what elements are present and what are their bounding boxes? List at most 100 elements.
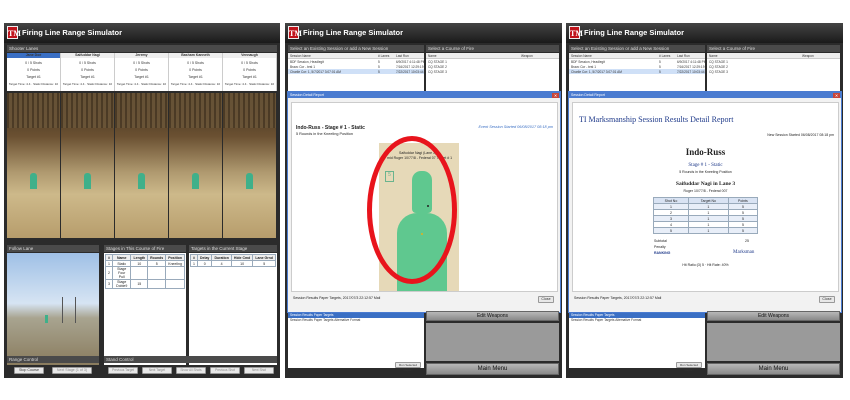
report-title: TI Marksmanship Session Results Detail R… (579, 115, 734, 124)
column-header: Last Run (677, 53, 690, 58)
app-title: Firing Line Range Simulator (22, 28, 123, 37)
session-cell: Charlie Cor: 1, 5/7/2017 3:07:01 AM (571, 69, 622, 74)
table-cell: 1 (687, 227, 729, 234)
run-report-button[interactable]: Run Selected Report (676, 362, 702, 372)
report-list-item[interactable]: Session Results Paper Targets Alternativ… (569, 318, 705, 323)
stages-list: # Name Length Rounds Position 1 Static 10 5 Kneel… (104, 253, 186, 365)
stand-control-button[interactable]: Previous Target (108, 367, 138, 374)
close-button[interactable]: Close (819, 296, 835, 303)
lane-view[interactable] (169, 93, 222, 238)
session-cell: Bravo Cor - test 1 (571, 64, 596, 69)
lane-target: Target #1 (80, 75, 95, 79)
ranking-value: Marksman (733, 250, 755, 255)
session-cell: BDF Session, Headlegit (290, 59, 324, 64)
main-menu-button[interactable]: Main Menu (707, 363, 840, 375)
session-list[interactable]: Session Name # Lanes Last Run BDF Session, … (288, 53, 429, 93)
close-icon[interactable]: ✕ (552, 92, 559, 98)
report-heading: Indo-Russ - Stage # 1 - Static (296, 125, 365, 131)
report-session-started: Event Session Started 06/08/2017 08:18 p… (478, 125, 553, 129)
table-row[interactable]: 1 0 4 10 5 (190, 260, 276, 267)
session-detail-dialog: Session Detail Report ✕ Indo-Russ - Stage… (287, 91, 561, 313)
stand-control-button[interactable]: Next Target (142, 367, 172, 374)
course-list[interactable]: Name Weapon CQ STAGE 1 CQ STAGE 2 CQ STAGE 3 (707, 53, 840, 93)
stages-header: Stages in This Course of Fire (104, 245, 186, 252)
stand-control-button[interactable]: Previous Shot (210, 367, 240, 374)
stand-control-button[interactable]: Show All Shots (176, 367, 206, 374)
table-cell: 1 (190, 260, 198, 267)
session-cell: 5 (378, 59, 380, 64)
table-row[interactable]: 2 Stage Four Pull (105, 266, 185, 280)
edit-weapons-button[interactable]: Edit Weapons (426, 311, 559, 321)
lane-view[interactable] (61, 93, 114, 238)
close-button[interactable]: Close (538, 296, 554, 303)
table-cell: 2 (105, 266, 113, 280)
session-cell: 5 (378, 64, 380, 69)
lane-view[interactable] (7, 93, 60, 238)
session-list[interactable]: Session Name # Lanes Last Run BDF Session, … (569, 53, 710, 93)
lane-info-table: Jane Doe 0 / 5 Shots 0 Points Target #1 Targ… (7, 53, 277, 91)
lane-shooter-name[interactable]: Saifuddar Nagi (61, 53, 114, 58)
report-list-item[interactable]: Session Results Paper Targets Alternativ… (288, 318, 424, 323)
run-report-button[interactable]: Run Selected Report (395, 362, 421, 372)
session-cell: 6/9/2017 4:11:48 PM (677, 59, 707, 64)
blank-area (426, 323, 559, 361)
lane-shooter-name[interactable]: Jeremy (115, 53, 168, 58)
subtotal-label: Subtotal (654, 239, 667, 243)
table-cell: Stage Dobie9 (111, 279, 132, 289)
course-row[interactable]: CQ STAGE 3 (707, 69, 840, 74)
stages-table: # Name Length Rounds Position 1 Static 10 5 Kneel… (105, 254, 185, 289)
targets-list: # Delay Duration Hide Cmd Lane Grnd 1 0 4 10 5 (189, 253, 277, 365)
course-list[interactable]: Name Weapon CQ STAGE 1 CQ STAGE 2 CQ STAGE 3 (426, 53, 559, 93)
report-subheading: 5 Rounds in the Kneeling Position (296, 132, 353, 136)
session-cell: 5 (378, 69, 380, 74)
lane-shots: 0 / 5 Shots (25, 61, 42, 65)
app-logo: TM (569, 26, 583, 39)
dialog-title: Session Detail Report (290, 93, 324, 97)
table-cell: 5 (727, 227, 759, 234)
targets-table: # Delay Duration Hide Cmd Lane Grnd 1 0 4 10 5 (190, 254, 276, 267)
report-list[interactable]: Session Results Paper Targets Session Res… (288, 313, 424, 368)
main-menu-button[interactable]: Main Menu (426, 363, 559, 375)
column-header: Name (428, 53, 437, 58)
session-row[interactable]: Charlie Cor: 1, 5/7/2017 3:07:01 AM 5 7/22… (569, 69, 710, 74)
stage-sub: 5 Rounds in the Kneeling Position (679, 170, 732, 174)
lane-target: Target #1 (188, 75, 203, 79)
lane-view[interactable] (223, 93, 276, 238)
next-stage-button[interactable]: Next Stage (1 of 3) (52, 367, 92, 374)
stand-control-button[interactable]: Next Shot (244, 367, 274, 374)
table-cell: 0 (196, 260, 213, 267)
session-cell: 5 (659, 59, 661, 64)
lane-ceiling (223, 93, 276, 128)
lane-shooter-name[interactable]: Jane Doe (7, 53, 60, 58)
range-control-header: Range Control (7, 356, 99, 363)
report-session-started: New Session Started 06/08/2017 08:18 pm (767, 133, 834, 137)
lane-points: 0 Points (135, 68, 148, 72)
table-row[interactable]: 3 Stage Dobie9 15 (105, 279, 185, 289)
lane-shooter-name[interactable]: Basham Kanneth (169, 53, 222, 58)
lane-points: 0 Points (81, 68, 94, 72)
course-cell: CQ STAGE 1 (709, 59, 728, 64)
column-header: Name (709, 53, 718, 58)
ranking-label: RANKING (654, 251, 671, 255)
table-cell (165, 266, 185, 280)
lane-column: Jeremy 0 / 5 Shots 0 Points Target #1 Target… (115, 53, 169, 91)
stop-course-button[interactable]: Stop Course (14, 367, 44, 374)
lane-shooter-name[interactable]: Vennaugh (223, 53, 276, 58)
lane-status: Target Time: 4.4 · Static Distance: 10 (224, 82, 275, 86)
edit-weapons-button[interactable]: Edit Weapons (707, 311, 840, 321)
score-table: Shot No Target No Points 1 1 5 2 1 5 3 1 5 4 1 5 5 1 5 (653, 197, 759, 234)
close-icon[interactable]: ✕ (833, 92, 840, 98)
session-cell: 7/22/2017 10:03:44 PM (677, 69, 711, 74)
lane-shots: 0 / 5 Shots (241, 61, 258, 65)
table-cell: 5 (653, 227, 689, 234)
lane-view[interactable] (115, 93, 168, 238)
column-header: # Lanes (378, 53, 390, 58)
weapon-line: Ruger 10/77/8 - Federal 007 (683, 189, 728, 193)
report-list[interactable]: Session Results Paper Targets Session Res… (569, 313, 705, 368)
session-row[interactable]: Charlie Cor: 1, 5/7/2017 3:07:01 AM 5 7/22… (288, 69, 429, 74)
report-page: Indo-Russ - Stage # 1 - Static 5 Rounds … (291, 102, 558, 292)
lane-points: 0 Points (27, 68, 40, 72)
lane-shots: 0 / 5 Shots (187, 61, 204, 65)
table-cell: 5 (252, 260, 276, 267)
course-row[interactable]: CQ STAGE 3 (426, 69, 559, 74)
